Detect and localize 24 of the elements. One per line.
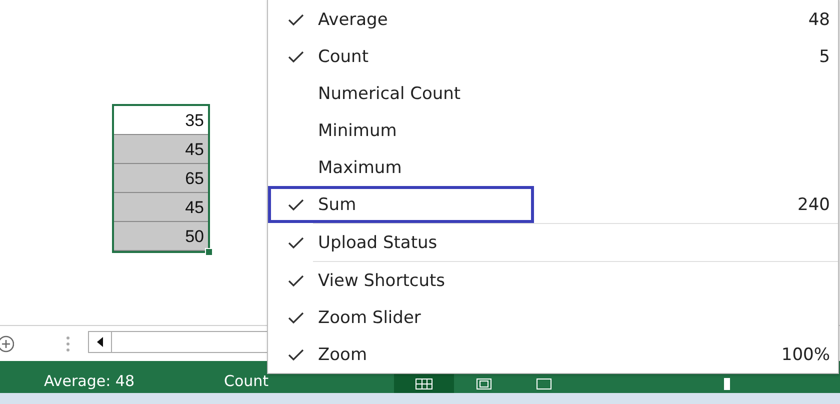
table-cell[interactable]: 45: [114, 193, 208, 222]
menu-item[interactable]: Maximum: [268, 149, 838, 186]
grid-icon: [415, 378, 433, 390]
scroll-left-button[interactable]: [88, 330, 112, 352]
rectangle-icon: [536, 378, 552, 390]
menu-item[interactable]: Average 48: [268, 1, 838, 38]
menu-item[interactable]: Minimum: [268, 112, 838, 149]
zoom-slider-thumb[interactable]: [724, 378, 730, 390]
menu-item[interactable]: View Shortcuts: [268, 262, 838, 299]
status-text: Average: 48: [44, 372, 136, 390]
table-cell[interactable]: 45: [114, 135, 208, 164]
left-arrow-icon: [97, 336, 103, 346]
table-cell[interactable]: 65: [114, 164, 208, 193]
add-sheet-icon[interactable]: [0, 334, 14, 352]
menu-item[interactable]: Upload Status: [268, 224, 838, 261]
fill-handle[interactable]: [205, 248, 213, 256]
menu-item[interactable]: Zoom 100%: [268, 336, 838, 373]
table-cell[interactable]: 50: [114, 222, 208, 251]
menu-item[interactable]: Count 5: [268, 38, 838, 75]
page-icon: [476, 378, 492, 390]
menu-item[interactable]: Zoom Slider: [268, 299, 838, 336]
status-text: Count: [224, 372, 270, 390]
menu-item[interactable]: Numerical Count: [268, 75, 838, 112]
menu-item[interactable]: Sum 240: [268, 186, 838, 223]
